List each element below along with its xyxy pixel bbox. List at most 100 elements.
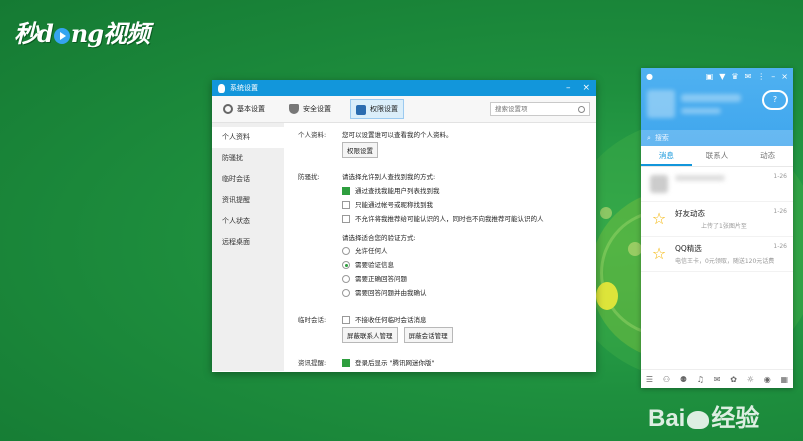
gear-icon: [223, 104, 233, 114]
checkbox[interactable]: [342, 215, 350, 223]
radio-option[interactable]: 允许任何人: [342, 245, 388, 255]
crown-icon[interactable]: ♛: [731, 72, 738, 81]
dialog-titlebar[interactable]: 系统设置 – ×: [212, 80, 596, 96]
mail-icon[interactable]: ✉: [714, 375, 721, 384]
star-icon: ☆: [651, 209, 667, 228]
settings-search-input[interactable]: [495, 105, 578, 113]
lock-icon: [356, 105, 366, 115]
tab-basic[interactable]: 基本设置: [218, 100, 270, 118]
tab-label: 基本设置: [237, 105, 265, 113]
dialog-title: 系统设置: [230, 84, 258, 92]
shield-icon: [289, 104, 299, 114]
tab-contacts[interactable]: 联系人: [692, 146, 743, 166]
qq-header: ● ▣ ▼ ♛ ✉ ⋮ – × ? ⌕ 搜索: [641, 68, 793, 146]
radio-option[interactable]: 需要验证信息: [342, 259, 394, 269]
harass-prompt: 请选择允许别人查找到我的方式:: [342, 173, 436, 181]
group-icon[interactable]: ⚉: [680, 375, 687, 384]
checkbox[interactable]: [342, 316, 350, 324]
avatar[interactable]: [647, 90, 675, 118]
settings-tabs: 基本设置 安全设置 权限设置: [212, 96, 596, 123]
profile-desc: 您可以设置谁可以查看我的个人资料。: [342, 131, 453, 139]
minimize-icon[interactable]: –: [771, 72, 775, 81]
checkbox-option[interactable]: 不接收任何临时会话消息: [342, 314, 427, 324]
lock-icon[interactable]: ▣: [706, 72, 714, 81]
item-name: QQ精选: [675, 244, 702, 253]
apps-icon[interactable]: ▦: [781, 375, 789, 384]
radio[interactable]: [342, 289, 350, 297]
cloud-icon[interactable]: ?: [762, 90, 788, 110]
add-contact-icon[interactable]: ⚇: [663, 375, 670, 384]
checkbox-option[interactable]: 只能通过帐号或昵称找到我: [342, 199, 433, 209]
sidebar-item-status[interactable]: 个人状态: [212, 211, 284, 232]
mail-icon[interactable]: ✉: [745, 72, 752, 81]
sidebar-item-news[interactable]: 资讯提醒: [212, 190, 284, 211]
avatar: [650, 175, 668, 193]
qq-search-bar[interactable]: ⌕ 搜索: [641, 130, 793, 146]
item-name: 好友动态: [675, 209, 705, 218]
sidebar-item-remote[interactable]: 远程桌面: [212, 232, 284, 253]
menu-icon[interactable]: ☰: [646, 375, 653, 384]
checkbox-option[interactable]: 登录后显示 "腾讯网迷你版": [342, 357, 435, 367]
verify-prompt: 请选择适合您的验证方式:: [342, 234, 416, 242]
checkbox-option[interactable]: 通过查找我能用户列表找到我: [342, 185, 440, 195]
video-watermark: 秒d ng视频: [14, 19, 150, 48]
gear-icon[interactable]: ✿: [730, 375, 737, 384]
block-contacts-button[interactable]: 屏蔽联系人管理: [342, 327, 398, 343]
checkbox[interactable]: [342, 201, 350, 209]
radio[interactable]: [342, 261, 350, 269]
game-icon[interactable]: ♫: [697, 375, 704, 384]
star-icon: ☆: [651, 244, 667, 263]
close-icon[interactable]: ×: [781, 72, 788, 81]
tab-permissions[interactable]: 权限设置: [350, 99, 404, 119]
weather-icon[interactable]: ☼: [747, 375, 754, 384]
minimize-button[interactable]: –: [566, 83, 571, 93]
play-icon: [53, 27, 70, 44]
message-time: 1-26: [773, 208, 787, 215]
qq-logo-icon: [218, 83, 225, 93]
nickname-blurred: [681, 94, 741, 102]
temp-buttons: 屏蔽联系人管理 屏蔽会话管理: [342, 327, 453, 343]
sidebar-item-harass[interactable]: 防骚扰: [212, 148, 284, 169]
list-item[interactable]: ☆ 好友动态 上传了1张图片至 1-26: [641, 202, 793, 237]
checkbox[interactable]: [342, 359, 350, 367]
radio-option[interactable]: 需要回答问题并由我确认: [342, 287, 427, 297]
settings-search[interactable]: [490, 102, 590, 116]
bg-dot: [628, 242, 642, 256]
settings-sidebar: 个人资料 防骚扰 临时会话 资讯提醒 个人状态 远程桌面: [212, 123, 284, 371]
checkbox-option[interactable]: 不允许将我推荐给可能认识的人，同时也不向我推荐可能认识的人: [342, 213, 544, 223]
tab-security[interactable]: 安全设置: [284, 100, 336, 118]
message-time: 1-26: [773, 243, 787, 250]
item-sub: 电信王卡，0元领取，随送120元话费: [675, 258, 775, 265]
close-button[interactable]: ×: [582, 83, 590, 93]
radio[interactable]: [342, 275, 350, 283]
signature-blurred: [681, 108, 721, 114]
qq-search-placeholder: 搜索: [654, 134, 669, 142]
list-item[interactable]: ☆ QQ精选 电信王卡，0元领取，随送120元话费 1-26: [641, 237, 793, 272]
sidebar-item-profile[interactable]: 个人资料: [212, 127, 284, 148]
block-session-button[interactable]: 屏蔽会话管理: [403, 327, 453, 343]
search-icon: ⌕: [647, 133, 651, 142]
tab-moments[interactable]: 动态: [742, 146, 793, 166]
qq-bottom-bar: ☰ ⚇ ⚉ ♫ ✉ ✿ ☼ ◉ ▦: [641, 369, 793, 388]
permission-settings-button[interactable]: 权限设置: [342, 142, 378, 158]
settings-dialog: 系统设置 – × 基本设置 安全设置 权限设置 个人资料 防骚扰 临时会话 资讯…: [212, 80, 596, 372]
list-item[interactable]: 1-26: [641, 167, 793, 202]
tab-label: 安全设置: [303, 105, 331, 113]
option-label: 需要验证信息: [355, 261, 394, 269]
tab-label: 权限设置: [370, 105, 398, 113]
tab-messages[interactable]: 消息: [641, 146, 692, 166]
sidebar-item-temp-chat[interactable]: 临时会话: [212, 169, 284, 190]
radio[interactable]: [342, 247, 350, 255]
option-label: 允许任何人: [355, 247, 388, 255]
app-icon[interactable]: ◉: [764, 375, 771, 384]
option-label: 只能通过帐号或昵称找到我: [355, 201, 433, 209]
search-icon[interactable]: [578, 105, 585, 113]
item-sub: 上传了1张图片至: [701, 223, 747, 230]
more-icon[interactable]: ⋮: [757, 72, 765, 81]
shirt-icon[interactable]: ▼: [719, 72, 725, 81]
option-label: 需要回答问题并由我确认: [355, 289, 427, 297]
checkbox[interactable]: [342, 187, 350, 195]
qq-tabs: 消息 联系人 动态: [641, 146, 793, 167]
radio-option[interactable]: 需要正确回答问题: [342, 273, 407, 283]
bg-dot: [600, 207, 612, 219]
